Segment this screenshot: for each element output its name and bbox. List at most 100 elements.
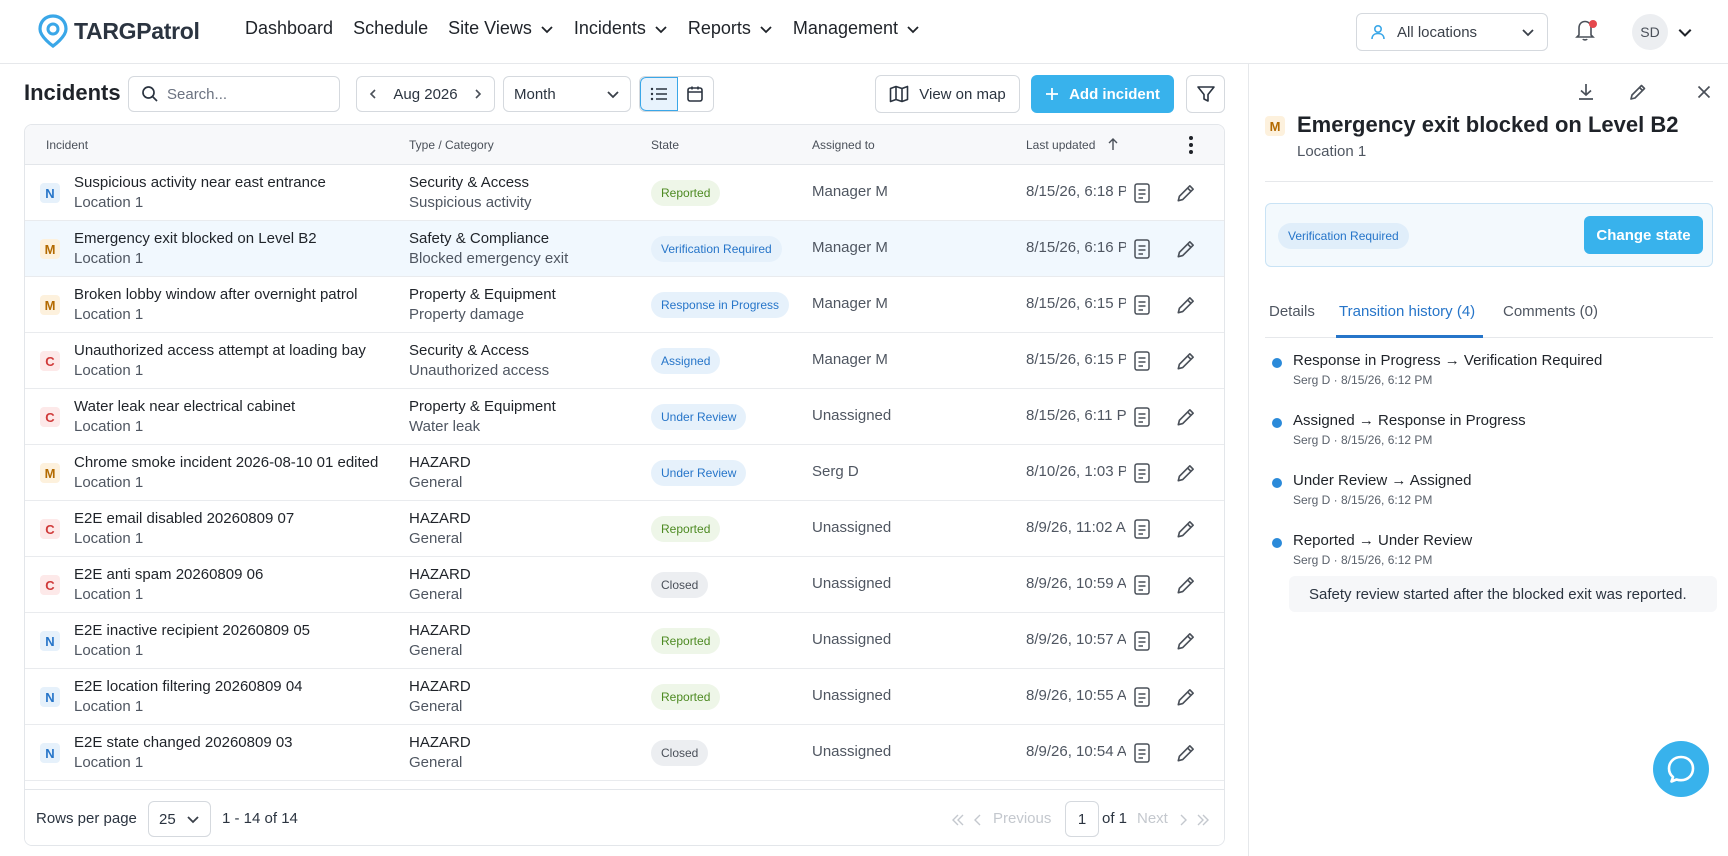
incident-title[interactable]: Broken lobby window after overnight patr… xyxy=(74,286,358,303)
edit-icon[interactable] xyxy=(1175,182,1197,204)
first-page-icon[interactable] xyxy=(951,814,965,826)
download-icon[interactable] xyxy=(1576,82,1596,102)
incident-title[interactable]: Emergency exit blocked on Level B2 xyxy=(74,230,317,247)
assignee: Manager M xyxy=(812,239,888,256)
incident-title[interactable]: Chrome smoke incident 2026-08-10 01 edit… xyxy=(74,454,378,471)
nav-label: Incidents xyxy=(573,18,646,38)
incident-location: Location 1 xyxy=(74,586,144,603)
chevron-right-icon[interactable] xyxy=(1178,814,1188,826)
incident-title[interactable]: Water leak near electrical cabinet xyxy=(74,398,295,415)
chat-button[interactable] xyxy=(1653,741,1709,797)
filter-button[interactable] xyxy=(1186,75,1225,113)
incident-title[interactable]: E2E email disabled 20260809 07 xyxy=(74,510,294,527)
close-icon[interactable] xyxy=(1697,85,1711,99)
change-state-button[interactable]: Change state xyxy=(1584,216,1703,254)
sort-ascending-icon[interactable] xyxy=(1107,137,1119,151)
incident-category: Water leak xyxy=(409,418,481,435)
edit-icon[interactable] xyxy=(1175,462,1197,484)
column-header-updated[interactable]: Last updated xyxy=(1026,138,1095,152)
app-logo[interactable]: TARGPatrol xyxy=(38,14,200,48)
incident-location: Location 1 xyxy=(74,530,144,547)
nav-incidents[interactable]: Incidents xyxy=(574,18,668,39)
nav-schedule[interactable]: Schedule xyxy=(353,18,428,39)
edit-icon[interactable] xyxy=(1175,518,1197,540)
incident-title[interactable]: E2E inactive recipient 20260809 05 xyxy=(74,622,310,639)
document-icon[interactable] xyxy=(1133,574,1151,596)
location-selector[interactable]: All locations xyxy=(1356,13,1548,51)
edit-icon[interactable] xyxy=(1175,238,1197,260)
document-icon[interactable] xyxy=(1133,406,1151,428)
last-page-icon[interactable] xyxy=(1196,814,1210,826)
nav-dashboard[interactable]: Dashboard xyxy=(245,18,333,39)
incident-title[interactable]: E2E location filtering 20260809 04 xyxy=(74,678,303,695)
incident-title[interactable]: E2E anti spam 20260809 06 xyxy=(74,566,263,583)
edit-icon[interactable] xyxy=(1175,350,1197,372)
pagination-bar: Rows per page 25 1 - 14 of 14 Previous 1… xyxy=(25,789,1224,845)
document-icon[interactable] xyxy=(1133,350,1151,372)
page-number-input[interactable]: 1 xyxy=(1065,801,1099,837)
nav-reports[interactable]: Reports xyxy=(688,18,773,39)
severity-badge: N xyxy=(40,687,60,707)
table-row[interactable]: M Broken lobby window after overnight pat… xyxy=(25,277,1224,333)
history-transition: Reported → Under Review xyxy=(1293,532,1473,549)
edit-icon[interactable] xyxy=(1175,574,1197,596)
chevron-down-icon[interactable] xyxy=(1677,24,1693,40)
column-header-state[interactable]: State xyxy=(651,138,679,152)
tab-transition-history[interactable]: Transition history (4) xyxy=(1339,303,1475,320)
calendar-view-button[interactable] xyxy=(678,77,714,111)
chevron-left-icon[interactable] xyxy=(973,814,983,826)
incident-location: Location 1 xyxy=(74,194,144,211)
view-on-map-button[interactable]: View on map xyxy=(875,75,1020,113)
more-vertical-icon[interactable] xyxy=(1188,135,1194,155)
document-icon[interactable] xyxy=(1133,182,1151,204)
incident-title[interactable]: E2E state changed 20260809 03 xyxy=(74,734,293,751)
incident-location: Location 1 xyxy=(74,698,144,715)
search-box[interactable] xyxy=(128,76,340,112)
nav-site-views[interactable]: Site Views xyxy=(448,18,554,39)
incident-title[interactable]: Suspicious activity near east entrance xyxy=(74,174,326,191)
search-input[interactable] xyxy=(167,85,327,103)
document-icon[interactable] xyxy=(1133,630,1151,652)
rows-per-page-select[interactable]: 25 xyxy=(148,801,211,837)
list-view-button[interactable] xyxy=(640,77,678,111)
edit-icon[interactable] xyxy=(1175,630,1197,652)
table-row[interactable]: M Chrome smoke incident 2026-08-10 01 edi… xyxy=(25,445,1224,501)
tab-details[interactable]: Details xyxy=(1269,303,1315,320)
table-row[interactable]: C Water leak near electrical cabinet Locat… xyxy=(25,389,1224,445)
edit-icon[interactable] xyxy=(1175,742,1197,764)
avatar[interactable]: SD xyxy=(1632,14,1668,50)
column-header-incident[interactable]: Incident xyxy=(46,138,88,152)
table-row[interactable]: N E2E state changed 20260809 03 Location 1… xyxy=(25,725,1224,781)
edit-icon[interactable] xyxy=(1175,294,1197,316)
document-icon[interactable] xyxy=(1133,238,1151,260)
table-row[interactable]: C E2E anti spam 20260809 06 Location 1 HAZA… xyxy=(25,557,1224,613)
table-row[interactable]: C Unauthorized access attempt at loading … xyxy=(25,333,1224,389)
table-row[interactable]: N E2E location filtering 20260809 04 Locat… xyxy=(25,669,1224,725)
tab-comments[interactable]: Comments (0) xyxy=(1503,303,1598,320)
document-icon[interactable] xyxy=(1133,462,1151,484)
severity-badge: C xyxy=(40,519,60,539)
document-icon[interactable] xyxy=(1133,742,1151,764)
document-icon[interactable] xyxy=(1133,294,1151,316)
column-header-type[interactable]: Type / Category xyxy=(409,138,494,152)
edit-icon[interactable] xyxy=(1175,406,1197,428)
next-page-button[interactable]: Next xyxy=(1137,810,1168,827)
table-row[interactable]: N E2E inactive recipient 20260809 05 Locat… xyxy=(25,613,1224,669)
document-icon[interactable] xyxy=(1133,518,1151,540)
column-header-assigned[interactable]: Assigned to xyxy=(812,138,875,152)
incident-title[interactable]: Unauthorized access attempt at loading b… xyxy=(74,342,366,359)
incident-type: HAZARD xyxy=(409,566,471,583)
table-row[interactable]: N Suspicious activity near east entrance L… xyxy=(25,165,1224,221)
previous-page-button[interactable]: Previous xyxy=(993,810,1051,827)
table-row[interactable]: C E2E email disabled 20260809 07 Location … xyxy=(25,501,1224,557)
document-icon[interactable] xyxy=(1133,686,1151,708)
add-incident-button[interactable]: Add incident xyxy=(1031,75,1174,113)
nav-management[interactable]: Management xyxy=(793,18,920,39)
edit-icon[interactable] xyxy=(1175,686,1197,708)
chevron-left-icon[interactable] xyxy=(367,88,379,100)
period-type-select[interactable]: Month xyxy=(503,76,631,112)
table-row[interactable]: M Emergency exit blocked on Level B2 Locat… xyxy=(25,221,1224,277)
assignee: Unassigned xyxy=(812,743,892,760)
edit-icon[interactable] xyxy=(1628,82,1648,102)
chevron-right-icon[interactable] xyxy=(472,88,484,100)
